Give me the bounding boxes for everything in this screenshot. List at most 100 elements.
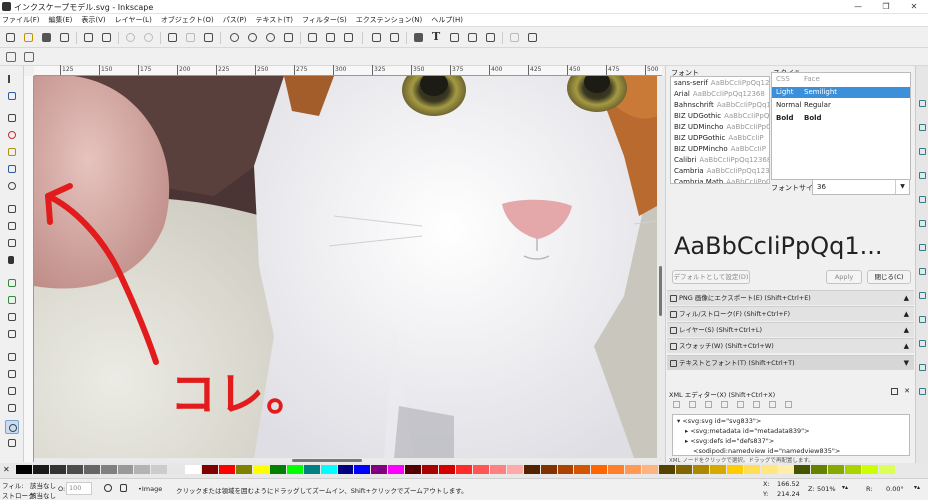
vertical-scrollbar[interactable] bbox=[657, 76, 665, 462]
color-swatch[interactable] bbox=[269, 465, 286, 474]
dropdown-arrow-icon[interactable]: ▼ bbox=[895, 180, 909, 194]
lower-node-icon[interactable] bbox=[785, 401, 792, 408]
snap-page-icon[interactable] bbox=[919, 364, 926, 371]
color-swatch[interactable] bbox=[16, 465, 32, 474]
zoom-value[interactable]: 501% bbox=[817, 485, 836, 493]
star-tool[interactable] bbox=[5, 145, 19, 159]
color-swatch[interactable] bbox=[286, 465, 303, 474]
open-button[interactable] bbox=[22, 31, 35, 44]
unindent-icon[interactable] bbox=[737, 401, 744, 408]
color-swatch[interactable] bbox=[49, 465, 66, 474]
color-swatch[interactable] bbox=[151, 465, 168, 474]
group-button[interactable] bbox=[370, 31, 383, 44]
snap-paths-icon[interactable] bbox=[919, 220, 926, 227]
color-swatch[interactable] bbox=[676, 465, 692, 474]
text-font-button[interactable]: T bbox=[430, 30, 443, 44]
xml-node[interactable]: ▸ <svg:defs id="defs837"> bbox=[685, 437, 774, 445]
measure-tool[interactable] bbox=[5, 436, 19, 450]
delete-node-icon[interactable] bbox=[721, 401, 728, 408]
color-swatch[interactable] bbox=[692, 465, 709, 474]
color-swatch[interactable] bbox=[371, 465, 388, 474]
menu-extensions[interactable]: エクステンション(N) bbox=[356, 15, 423, 25]
layer-selector[interactable]: •Image bbox=[138, 485, 162, 493]
snap-grid-icon[interactable] bbox=[919, 388, 926, 395]
color-swatch[interactable] bbox=[185, 465, 202, 474]
color-swatch[interactable] bbox=[168, 465, 185, 474]
color-swatch[interactable] bbox=[811, 465, 828, 474]
redo-button[interactable] bbox=[142, 31, 155, 44]
color-swatch[interactable] bbox=[32, 465, 49, 474]
close-button[interactable]: 閉じる(C) bbox=[867, 270, 911, 284]
snap-cusp-icon[interactable] bbox=[919, 268, 926, 275]
set-default-button[interactable]: デフォルトとして設定(D) bbox=[672, 270, 750, 284]
color-swatch[interactable] bbox=[117, 465, 134, 474]
close-window-button[interactable]: ✕ bbox=[900, 0, 928, 14]
color-swatch[interactable] bbox=[591, 465, 608, 474]
duplicate-node-icon[interactable] bbox=[705, 401, 712, 408]
paint-bucket-tool[interactable] bbox=[5, 367, 19, 381]
menu-object[interactable]: オブジェクト(O) bbox=[161, 15, 214, 25]
color-swatch[interactable] bbox=[337, 465, 354, 474]
undo-button[interactable] bbox=[124, 31, 137, 44]
preferences-button[interactable] bbox=[508, 31, 521, 44]
pencil-tool[interactable] bbox=[5, 202, 19, 216]
paste-button[interactable] bbox=[202, 31, 215, 44]
font-list-item[interactable]: BIZ UDGothic AaBbCcIiPpQ bbox=[674, 112, 769, 120]
ungroup-button[interactable] bbox=[388, 31, 401, 44]
menu-filters[interactable]: フィルター(S) bbox=[302, 15, 347, 25]
scroll-thumb[interactable] bbox=[292, 459, 362, 462]
export-button[interactable] bbox=[100, 31, 113, 44]
panel-header-text-font[interactable]: テキストとフォント(T) (Shift+Ctrl+T) ▼ bbox=[667, 355, 914, 370]
color-swatch[interactable] bbox=[540, 465, 557, 474]
font-list-item[interactable]: BIZ UDPGothic AaBbCcIiP bbox=[674, 134, 764, 142]
menu-file[interactable]: ファイル(F) bbox=[2, 15, 40, 25]
zoom-drawing-button[interactable] bbox=[246, 31, 259, 44]
color-swatch[interactable] bbox=[845, 465, 862, 474]
color-swatch[interactable] bbox=[134, 465, 151, 474]
minimize-button[interactable]: — bbox=[844, 0, 872, 14]
panel-header-layers[interactable]: レイヤー(S) (Shift+Ctrl+L) ▲ bbox=[667, 322, 914, 337]
scroll-thumb[interactable] bbox=[659, 266, 662, 316]
unlink-clone-button[interactable] bbox=[342, 31, 355, 44]
snap-intersections-icon[interactable] bbox=[919, 244, 926, 251]
mesh-tool[interactable] bbox=[5, 327, 19, 341]
color-swatch[interactable] bbox=[252, 465, 269, 474]
panel-header-fill-stroke[interactable]: フィル/ストローク(F) (Shift+Ctrl+F) ▲ bbox=[667, 306, 914, 321]
drawing-canvas[interactable]: コレ。 bbox=[34, 76, 657, 458]
font-list-item[interactable]: BIZ UDPMincho AaBbCcIiP bbox=[674, 145, 766, 153]
font-list-item[interactable]: Calibri AaBbCcIiPpQq12368 bbox=[674, 156, 769, 164]
raise-node-icon[interactable] bbox=[769, 401, 776, 408]
color-swatch[interactable] bbox=[83, 465, 100, 474]
selector-tool[interactable] bbox=[5, 72, 19, 86]
font-list-item[interactable]: Cambria MathAaBbCcIiPpQq12 bbox=[674, 178, 769, 183]
snap-midpoint-icon[interactable] bbox=[919, 292, 926, 299]
rectangle-tool[interactable] bbox=[5, 111, 19, 125]
panel-menu-icon[interactable] bbox=[891, 388, 898, 395]
font-list-item[interactable]: BahnschriftAaBbCcIiPpQq1236 bbox=[674, 101, 769, 109]
dropper-tool[interactable] bbox=[5, 350, 19, 364]
font-list-item[interactable]: sans-serifAaBbCcIiPpQq12368 bbox=[674, 79, 769, 87]
color-swatch[interactable] bbox=[794, 465, 811, 474]
color-swatch[interactable] bbox=[219, 465, 235, 474]
color-swatch[interactable] bbox=[743, 465, 760, 474]
color-swatch[interactable] bbox=[388, 465, 405, 474]
eraser-tool[interactable] bbox=[5, 293, 19, 307]
color-swatch[interactable] bbox=[100, 465, 117, 474]
color-swatch[interactable] bbox=[523, 465, 540, 474]
new-text-node-icon[interactable] bbox=[689, 401, 696, 408]
color-swatch[interactable] bbox=[202, 465, 219, 474]
no-paint-swatch[interactable]: ✕ bbox=[3, 465, 13, 474]
font-list-item[interactable]: Arial AaBbCcIiPpQq12368 bbox=[674, 90, 765, 98]
color-swatch[interactable] bbox=[608, 465, 625, 474]
close-icon[interactable]: ✕ bbox=[904, 387, 910, 395]
calligraphy-tool[interactable] bbox=[5, 236, 19, 250]
color-swatch[interactable] bbox=[66, 465, 83, 474]
style-list-item[interactable]: Bold Bold bbox=[772, 113, 910, 124]
color-swatch[interactable] bbox=[777, 465, 794, 474]
connector-tool[interactable] bbox=[5, 401, 19, 415]
xml-node[interactable]: <sodipodi:namedview id="namedview835"> bbox=[693, 447, 840, 455]
apply-button[interactable]: Apply bbox=[826, 270, 862, 284]
snap-rotation-icon[interactable] bbox=[919, 340, 926, 347]
panel-header-export[interactable]: PNG 画像にエクスポート(E) (Shift+Ctrl+E) ▲ bbox=[667, 290, 914, 305]
zoom-out-icon[interactable] bbox=[24, 52, 34, 62]
